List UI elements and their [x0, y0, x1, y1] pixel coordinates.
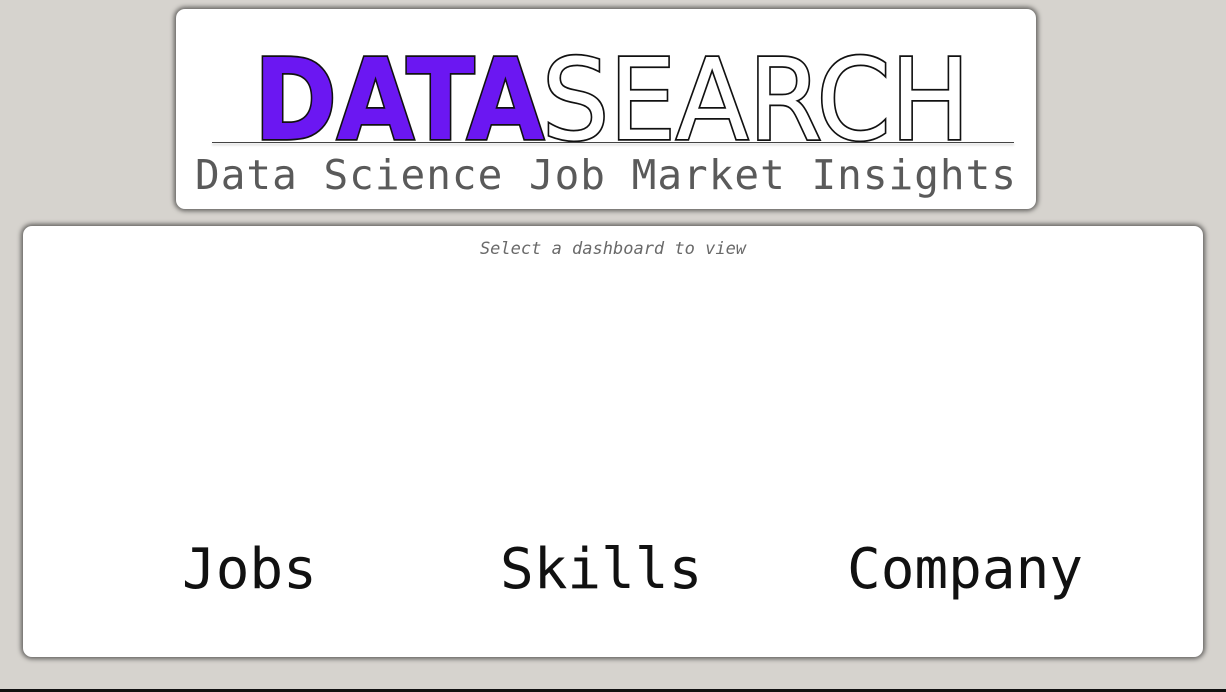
- logo-data-text: DATA: [254, 36, 544, 147]
- select-dashboard-prompt: Select a dashboard to view: [479, 239, 747, 259]
- tagline: Data Science Job Market Insights: [195, 151, 1017, 199]
- nav-skills-link[interactable]: Skills: [500, 536, 702, 603]
- nav-company-link[interactable]: Company: [847, 536, 1083, 603]
- dashboard-selector-card: Select a dashboard to view Jobs Skills C…: [23, 226, 1203, 657]
- datasearch-logo: DATA SEARCH: [252, 34, 972, 147]
- header-card: DATA SEARCH Data Science Job Market Insi…: [176, 9, 1036, 209]
- nav-jobs-link[interactable]: Jobs: [182, 536, 317, 603]
- header-divider: [212, 142, 1014, 143]
- logo-search-text: SEARCH: [542, 36, 970, 147]
